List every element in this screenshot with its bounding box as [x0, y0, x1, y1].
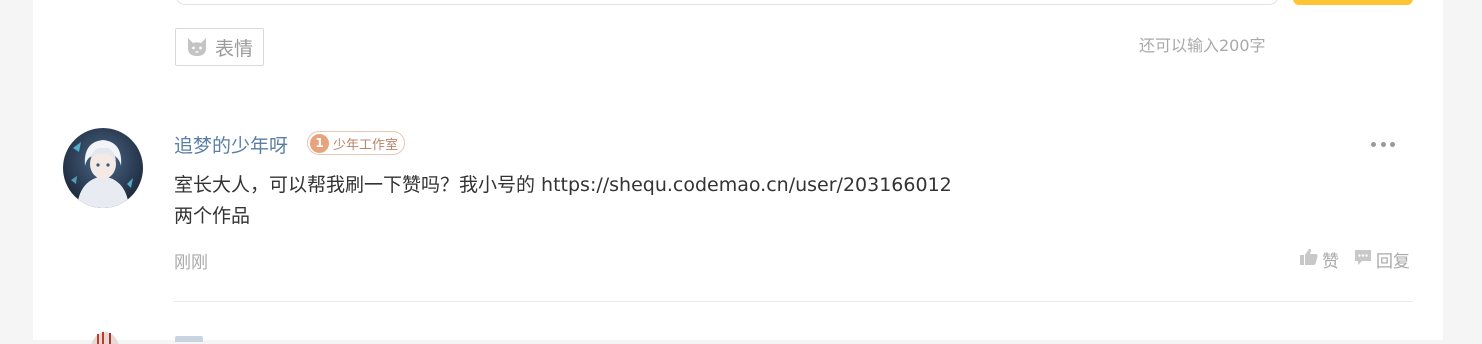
next-comment-avatar[interactable]: [85, 330, 125, 344]
comment-panel: 表情 还可以输入200字 追梦的少年呀 1 少年工作室 室长大人，可以帮我刷一下…: [33, 0, 1443, 344]
reply-label: 回复: [1376, 252, 1410, 272]
like-label: 赞: [1322, 252, 1339, 272]
emoji-button[interactable]: 表情: [175, 28, 264, 66]
badge-level: 1: [310, 133, 329, 153]
badge-label: 少年工作室: [333, 137, 399, 153]
submit-comment-button[interactable]: [1293, 0, 1413, 5]
studio-badge[interactable]: 1 少年工作室: [307, 131, 406, 155]
comment-textarea[interactable]: [175, 0, 1279, 5]
comment-bubble-icon: [1353, 248, 1373, 271]
comment-line: 两个作品: [174, 205, 251, 227]
like-button[interactable]: 赞: [1299, 247, 1339, 272]
thumbs-up-icon: [1299, 248, 1319, 271]
more-dots-icon[interactable]: [1371, 134, 1395, 154]
comment-actions: 赞 回复: [1299, 247, 1410, 272]
comment-divider: [173, 301, 1413, 302]
avatar[interactable]: [63, 128, 143, 208]
username-link[interactable]: 追梦的少年呀: [174, 131, 288, 158]
char-count-hint: 还可以输入200字: [1139, 36, 1266, 55]
reply-button[interactable]: 回复: [1353, 247, 1410, 272]
comment-line: 室长大人，可以帮我刷一下赞吗？我小号的 https://shequ.codema…: [174, 174, 952, 196]
comment-timestamp: 刚刚: [174, 253, 208, 273]
cat-face-icon: [185, 36, 209, 58]
emoji-button-label: 表情: [215, 37, 254, 60]
comment-text: 室长大人，可以帮我刷一下赞吗？我小号的 https://shequ.codema…: [174, 170, 1174, 232]
next-comment-username[interactable]: [175, 336, 203, 342]
